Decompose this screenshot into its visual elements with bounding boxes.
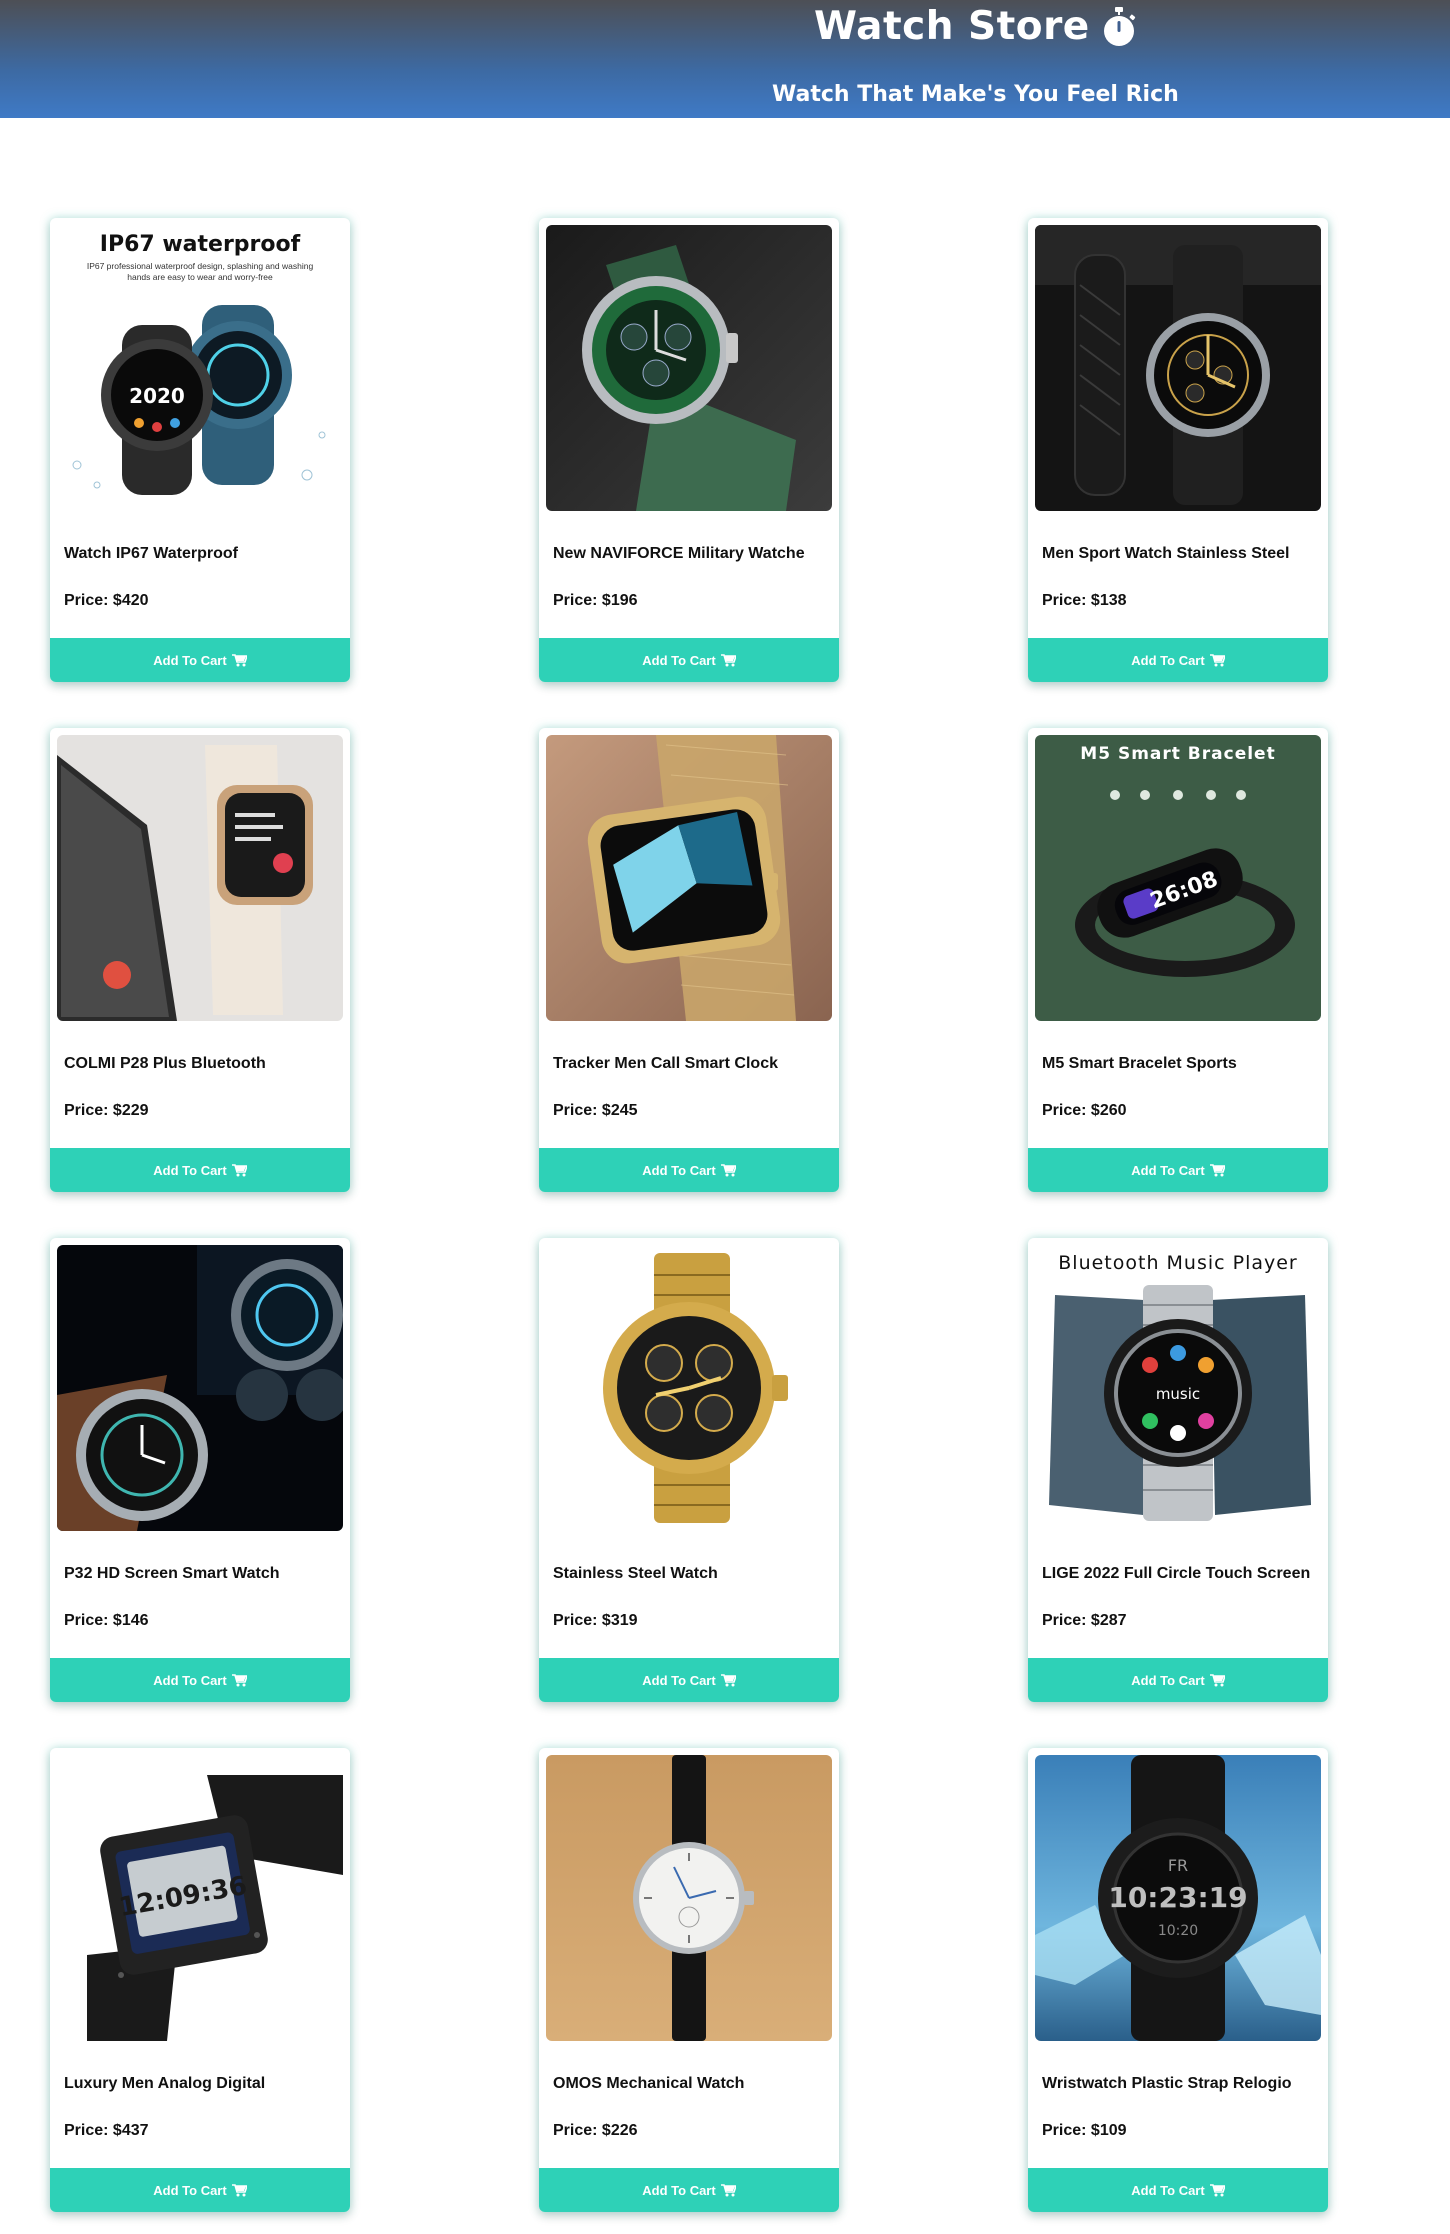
add-to-cart-label: Add To Cart: [642, 1672, 716, 1688]
add-to-cart-button[interactable]: Add To Cart: [50, 1148, 350, 1192]
watch-display-text: 10:23:19: [1108, 1881, 1247, 1914]
product-card: FR 10:23:19 10:20 Wristwatch Plastic Str…: [1028, 1748, 1328, 2212]
product-image[interactable]: [546, 1245, 832, 1531]
cart-icon: [720, 653, 736, 666]
product-title[interactable]: Luxury Men Analog Digital: [64, 2075, 344, 2093]
cart-icon: [1209, 653, 1225, 666]
product-title[interactable]: OMOS Mechanical Watch: [553, 2075, 833, 2093]
product-title[interactable]: New NAVIFORCE Military Watche: [553, 545, 833, 563]
cart-icon: [720, 2183, 736, 2196]
cart-icon: [231, 1673, 247, 1686]
product-price: Price: $196: [553, 592, 638, 609]
product-title[interactable]: COLMI P28 Plus Bluetooth: [64, 1055, 344, 1073]
product-image[interactable]: [546, 735, 832, 1021]
product-image[interactable]: IP67 waterproof IP67 professional waterp…: [57, 225, 343, 511]
product-title[interactable]: P32 HD Screen Smart Watch: [64, 1565, 344, 1583]
product-card: OMOS Mechanical Watch Price: $226 Add To…: [539, 1748, 839, 2212]
product-card: IP67 waterproof IP67 professional waterp…: [50, 218, 350, 682]
product-price: Price: $226: [553, 2122, 638, 2139]
product-image[interactable]: Bluetooth Music Player music: [1035, 1245, 1321, 1531]
product-price: Price: $138: [1042, 592, 1127, 609]
product-image[interactable]: M5 Smart Bracelet 26:08: [1035, 735, 1321, 1021]
add-to-cart-button[interactable]: Add To Cart: [50, 1658, 350, 1702]
cart-icon: [231, 2183, 247, 2196]
add-to-cart-button[interactable]: Add To Cart: [1028, 1658, 1328, 1702]
product-title[interactable]: Stainless Steel Watch: [553, 1565, 833, 1583]
svg-text:10:20: 10:20: [1158, 1923, 1198, 1939]
product-card: P32 HD Screen Smart Watch Price: $146 Ad…: [50, 1238, 350, 1702]
add-to-cart-label: Add To Cart: [153, 1162, 227, 1178]
add-to-cart-button[interactable]: Add To Cart: [539, 638, 839, 682]
product-image[interactable]: [1035, 225, 1321, 511]
product-card: Stainless Steel Watch Price: $319 Add To…: [539, 1238, 839, 1702]
product-card: COLMI P28 Plus Bluetooth Price: $229 Add…: [50, 728, 350, 1192]
product-card: M5 Smart Bracelet 26:08 M5 Smart Bracele…: [1028, 728, 1328, 1192]
add-to-cart-button[interactable]: Add To Cart: [539, 1148, 839, 1192]
store-title: Watch Store: [814, 4, 1138, 49]
product-price: Price: $420: [64, 592, 149, 609]
add-to-cart-label: Add To Cart: [153, 652, 227, 668]
add-to-cart-button[interactable]: Add To Cart: [539, 1658, 839, 1702]
add-to-cart-button[interactable]: Add To Cart: [50, 2168, 350, 2212]
image-subcaption: IP67 professional waterproof design, spl…: [86, 261, 314, 282]
cart-icon: [1209, 1163, 1225, 1176]
product-price: Price: $260: [1042, 1102, 1127, 1119]
product-image[interactable]: 12:09:36: [57, 1755, 343, 2041]
add-to-cart-button[interactable]: Add To Cart: [1028, 638, 1328, 682]
product-price: Price: $109: [1042, 2122, 1127, 2139]
image-caption: Bluetooth Music Player: [1058, 1252, 1298, 1274]
product-card: Bluetooth Music Player music LIGE 2022 F…: [1028, 1238, 1328, 1702]
add-to-cart-button[interactable]: Add To Cart: [1028, 2168, 1328, 2212]
add-to-cart-button[interactable]: Add To Cart: [539, 2168, 839, 2212]
watch-display-text: music: [1156, 1385, 1200, 1403]
product-price: Price: $146: [64, 1612, 149, 1629]
image-caption: IP67 waterproof: [100, 232, 301, 257]
store-title-text: Watch Store: [814, 4, 1090, 49]
add-to-cart-label: Add To Cart: [153, 2182, 227, 2198]
product-price: Price: $437: [64, 2122, 149, 2139]
image-caption: M5 Smart Bracelet: [1080, 744, 1275, 764]
product-title[interactable]: Wristwatch Plastic Strap Relogio: [1042, 2075, 1322, 2093]
add-to-cart-label: Add To Cart: [642, 1162, 716, 1178]
product-card: Men Sport Watch Stainless Steel Price: $…: [1028, 218, 1328, 682]
product-image[interactable]: [57, 1245, 343, 1531]
add-to-cart-button[interactable]: Add To Cart: [1028, 1148, 1328, 1192]
product-price: Price: $319: [553, 1612, 638, 1629]
add-to-cart-label: Add To Cart: [153, 1672, 227, 1688]
add-to-cart-label: Add To Cart: [1131, 652, 1205, 668]
stopwatch-icon: [1103, 6, 1135, 46]
product-image[interactable]: [546, 225, 832, 511]
product-title[interactable]: LIGE 2022 Full Circle Touch Screen: [1042, 1565, 1322, 1583]
product-card: New NAVIFORCE Military Watche Price: $19…: [539, 218, 839, 682]
add-to-cart-button[interactable]: Add To Cart: [50, 638, 350, 682]
add-to-cart-label: Add To Cart: [1131, 1672, 1205, 1688]
cart-icon: [231, 653, 247, 666]
cart-icon: [1209, 2183, 1225, 2196]
cart-icon: [720, 1163, 736, 1176]
product-title[interactable]: M5 Smart Bracelet Sports: [1042, 1055, 1322, 1073]
watch-display-text: 2020: [129, 384, 185, 408]
add-to-cart-label: Add To Cart: [642, 2182, 716, 2198]
product-price: Price: $245: [553, 1102, 638, 1119]
add-to-cart-label: Add To Cart: [1131, 2182, 1205, 2198]
product-price: Price: $287: [1042, 1612, 1127, 1629]
cart-icon: [1209, 1673, 1225, 1686]
product-image[interactable]: [57, 735, 343, 1021]
product-title[interactable]: Watch IP67 Waterproof: [64, 545, 344, 563]
product-card: 12:09:36 Luxury Men Analog Digital Price…: [50, 1748, 350, 2212]
store-tagline: Watch That Make's You Feel Rich: [772, 82, 1179, 107]
site-header: Watch Store Watch That Make's You Feel R…: [0, 0, 1450, 118]
cart-icon: [720, 1673, 736, 1686]
add-to-cart-label: Add To Cart: [642, 652, 716, 668]
product-title[interactable]: Tracker Men Call Smart Clock: [553, 1055, 833, 1073]
cart-icon: [231, 1163, 247, 1176]
product-image[interactable]: [546, 1755, 832, 2041]
svg-text:FR: FR: [1168, 1856, 1188, 1875]
product-price: Price: $229: [64, 1102, 149, 1119]
product-image[interactable]: FR 10:23:19 10:20: [1035, 1755, 1321, 2041]
product-title[interactable]: Men Sport Watch Stainless Steel: [1042, 545, 1322, 563]
product-card: Tracker Men Call Smart Clock Price: $245…: [539, 728, 839, 1192]
add-to-cart-label: Add To Cart: [1131, 1162, 1205, 1178]
